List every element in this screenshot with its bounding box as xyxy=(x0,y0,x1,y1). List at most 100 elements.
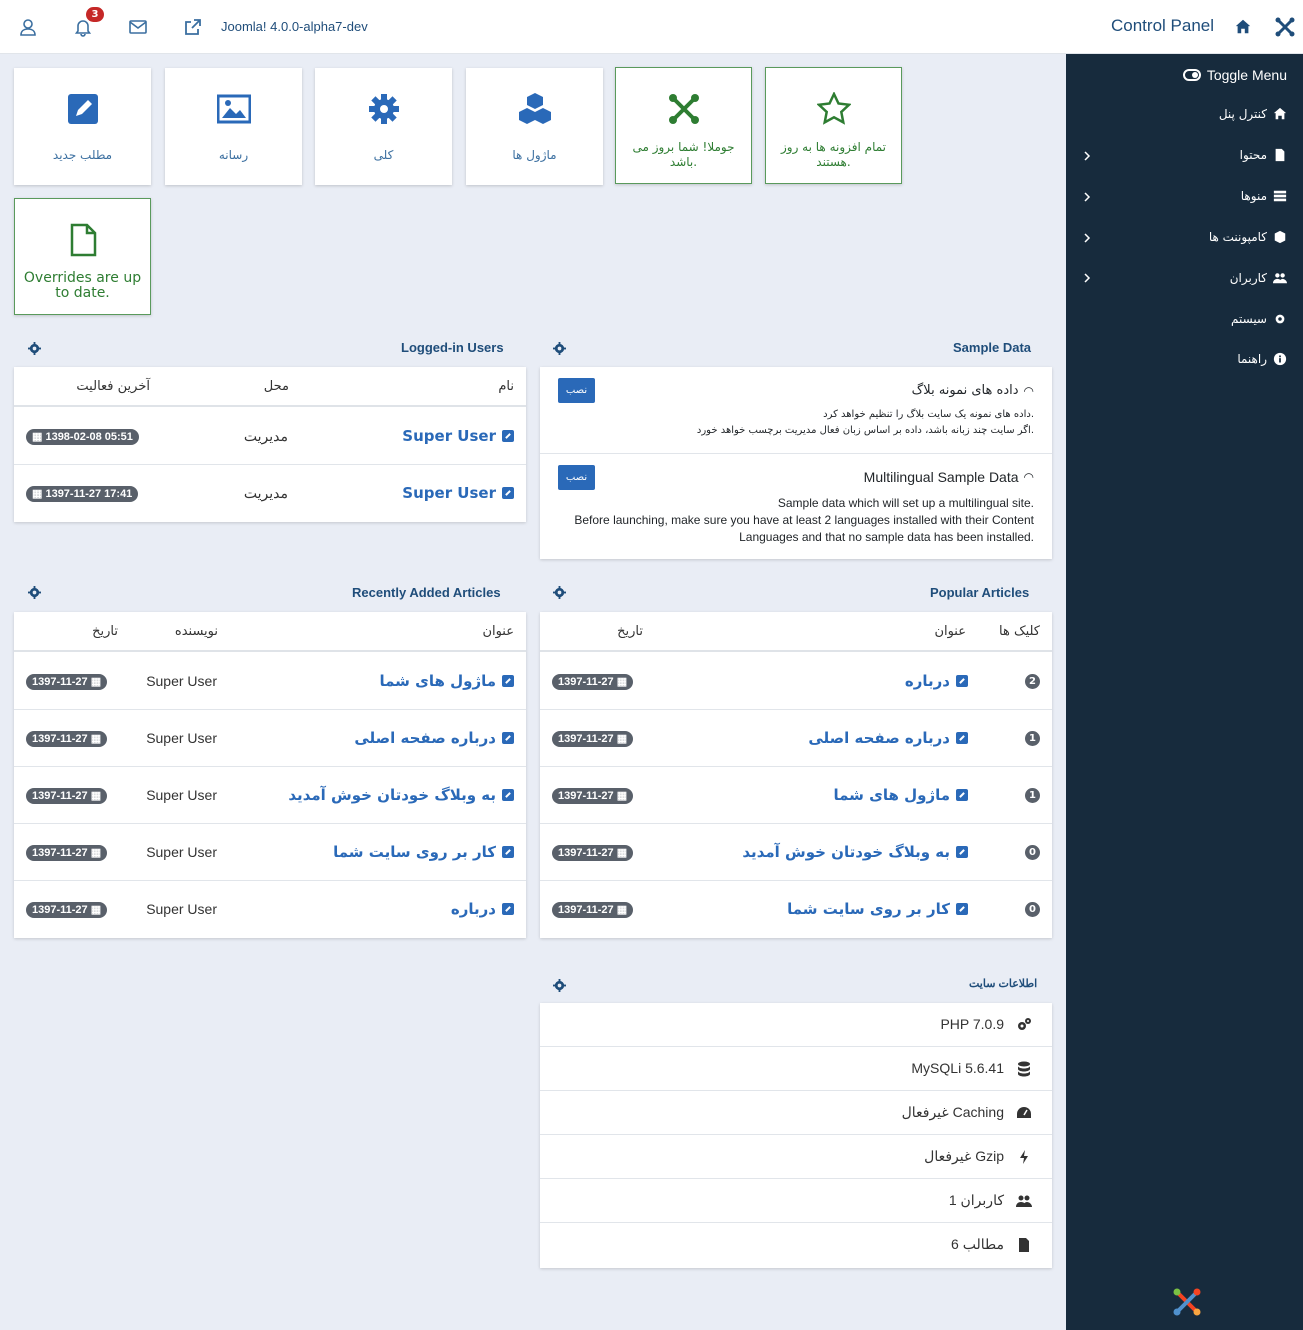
edit-icon xyxy=(956,789,968,801)
gear-icon[interactable] xyxy=(28,586,41,599)
desc-line: اگر سایت چند زبانه باشد، داده بر اساس زب… xyxy=(696,425,1034,436)
column-header-hits[interactable]: کلیک ها xyxy=(999,624,1040,639)
article-link[interactable]: به وبلاگ خودتان خوش آمدید xyxy=(288,786,514,804)
edit-icon xyxy=(502,430,514,442)
gear-icon[interactable] xyxy=(553,342,566,355)
date-badge: 1397-11-27 ▦ xyxy=(26,731,108,747)
tile-extensions-update[interactable]: تمام افزونه ها به روز هستند. xyxy=(765,67,902,184)
chevron-right-icon[interactable] xyxy=(1082,150,1092,161)
gear-icon[interactable] xyxy=(28,342,41,355)
article-title: به وبلاگ خودتان خوش آمدید xyxy=(288,786,496,804)
article-title: درباره صفحه اصلی xyxy=(354,729,496,747)
toggle-menu-button[interactable]: Toggle Menu xyxy=(1182,67,1287,83)
article-link[interactable]: کار بر روی سایت شما xyxy=(787,900,968,918)
date-value: 1397-11-27 xyxy=(558,790,614,802)
date-badge: 1397-11-27 ▦ xyxy=(552,902,634,918)
column-header-date[interactable]: تاریخ xyxy=(92,624,118,639)
mail-icon[interactable] xyxy=(128,17,148,37)
column-header-title[interactable]: عنوان xyxy=(482,624,514,639)
article-author: Super User xyxy=(146,673,217,689)
sidebar-item-system[interactable]: سیستم xyxy=(1231,309,1287,329)
user-name: Super User xyxy=(402,427,496,445)
article-link[interactable]: درباره xyxy=(451,900,514,918)
tile-global-config[interactable]: کلی xyxy=(315,68,452,185)
sample-data-item-desc: داده های نمونه یک سایت بلاگ را تنظیم خوا… xyxy=(697,407,1034,439)
external-link-icon[interactable] xyxy=(183,17,203,37)
tile-label: رسانه xyxy=(218,148,249,162)
chevron-right-icon[interactable] xyxy=(1082,232,1092,243)
column-header-date[interactable]: تاریخ xyxy=(617,624,643,639)
home-icon xyxy=(1234,18,1252,36)
column-header-author[interactable]: نویسنده xyxy=(175,624,218,639)
site-version-link[interactable]: Joomla! 4.0.0-alpha7-dev xyxy=(221,19,368,34)
tile-joomla-update[interactable]: جوملا! شما بروز می باشد. xyxy=(615,67,752,184)
sidebar-item-control-panel[interactable]: کنترل پنل xyxy=(1219,104,1287,124)
table-row: ماژول های شما Super User 1397-11-27 ▦ xyxy=(14,653,526,710)
edit-icon xyxy=(502,732,514,744)
sidebar-item-menus[interactable]: منوها xyxy=(1241,186,1287,206)
install-button[interactable]: نصب xyxy=(558,465,595,490)
user-location: مدیریت xyxy=(243,428,288,444)
edit-icon xyxy=(502,846,514,858)
table-header: کلیک ها عنوان تاریخ xyxy=(540,612,1052,652)
article-link[interactable]: درباره صفحه اصلی xyxy=(354,729,514,747)
image-icon xyxy=(216,94,251,124)
tile-overrides[interactable]: Overrides are up to date. xyxy=(14,198,151,315)
column-header-title[interactable]: عنوان xyxy=(934,624,966,639)
table-row: 0 به وبلاگ خودتان خوش آمدید 1397-11-27 ▦ xyxy=(540,824,1052,881)
sidebar-item-help[interactable]: راهنما xyxy=(1237,349,1287,369)
date-value: 1397-11-27 17:41 xyxy=(45,488,133,500)
desc-line: Sample data which will set up a multilin… xyxy=(777,496,1034,510)
sidebar-item-components[interactable]: کامپوننت ها xyxy=(1209,227,1287,247)
tile-media[interactable]: رسانه xyxy=(165,68,302,185)
date-badge: 1397-11-27 ▦ xyxy=(552,788,634,804)
tile-new-article[interactable]: مطلب جدید xyxy=(14,68,151,185)
table-row: Super User مدیریت ▦ 1397-11-27 17:41 xyxy=(14,465,526,522)
user-link[interactable]: Super User xyxy=(402,427,514,445)
list-item: Caching غیرفعال xyxy=(540,1091,1052,1135)
tile-modules[interactable]: ماژول ها xyxy=(466,68,603,185)
article-link[interactable]: به وبلاگ خودتان خوش آمدید xyxy=(742,843,968,861)
sample-data-item-title-text: داده های نمونه بلاگ xyxy=(911,383,1019,398)
edit-icon xyxy=(956,732,968,744)
site-info-text: کاربران 1 xyxy=(948,1192,1004,1208)
list-item: مطالب 6 xyxy=(540,1223,1052,1267)
date-value: 1397-11-27 xyxy=(32,847,88,859)
article-link[interactable]: ماژول های شما xyxy=(833,786,968,804)
user-link[interactable]: Super User xyxy=(402,484,514,502)
wifi-icon: ◠ xyxy=(1023,383,1034,398)
article-link[interactable]: درباره صفحه اصلی xyxy=(808,729,968,747)
date-badge: 1397-11-27 ▦ xyxy=(552,674,634,690)
column-header-last-activity[interactable]: آخرین فعالیت xyxy=(76,379,150,394)
date-value: 1397-11-27 xyxy=(558,904,614,916)
user-icon[interactable] xyxy=(18,17,38,37)
recent-articles-title: Recently Added Articles xyxy=(352,585,501,600)
date-value: 1397-11-27 xyxy=(32,904,88,916)
joomla-icon xyxy=(668,94,699,124)
sample-data-item: ◠ داده های نمونه بلاگ داده های نمونه یک س… xyxy=(540,367,1052,454)
sidebar: Toggle Menu کنترل پنل محتوا منوها کامپون… xyxy=(1066,54,1303,1330)
column-header-name[interactable]: نام xyxy=(498,379,514,394)
article-link[interactable]: درباره xyxy=(905,672,968,690)
sidebar-item-users[interactable]: کاربران xyxy=(1230,268,1287,288)
sidebar-item-label: راهنما xyxy=(1237,352,1267,366)
tile-label: تمام افزونه ها به روز هستند. xyxy=(780,140,887,169)
article-title: به وبلاگ خودتان خوش آمدید xyxy=(742,843,950,861)
list-item: Gzip غیرفعال xyxy=(540,1135,1052,1179)
joomla-logo-icon[interactable] xyxy=(1274,16,1296,38)
gear-icon[interactable] xyxy=(553,586,566,599)
article-link[interactable]: کار بر روی سایت شما xyxy=(333,843,514,861)
date-value: 1397-11-27 xyxy=(32,790,88,802)
edit-icon xyxy=(956,846,968,858)
gear-icon[interactable] xyxy=(553,979,566,992)
file-icon xyxy=(1275,148,1285,162)
chevron-right-icon[interactable] xyxy=(1082,191,1092,202)
hits-badge: 0 xyxy=(1025,845,1040,860)
column-header-location[interactable]: محل xyxy=(264,379,289,394)
date-value: 1397-11-27 xyxy=(32,676,88,688)
article-link[interactable]: ماژول های شما xyxy=(379,672,514,690)
sidebar-item-label: سیستم xyxy=(1231,312,1267,326)
install-button[interactable]: نصب xyxy=(558,378,595,403)
sidebar-item-content[interactable]: محتوا xyxy=(1240,145,1287,165)
chevron-right-icon[interactable] xyxy=(1082,272,1092,283)
